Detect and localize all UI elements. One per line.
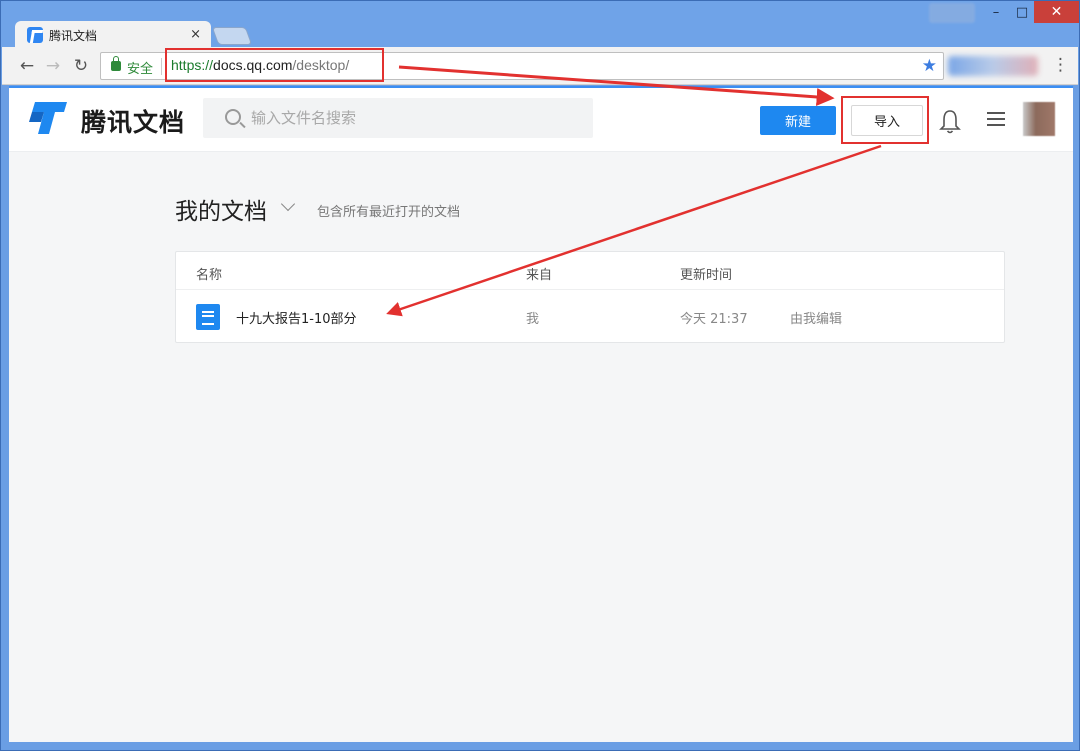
- tab-close-icon[interactable]: ×: [190, 27, 201, 42]
- table-row[interactable]: 十九大报告1-10部分 我 今天 21:37 由我编辑: [176, 289, 1004, 343]
- new-tab-button[interactable]: [211, 27, 253, 45]
- search-icon: [225, 109, 241, 125]
- bell-icon[interactable]: [939, 108, 961, 134]
- tab-title: 腾讯文档: [49, 28, 98, 43]
- avatar[interactable]: [1023, 102, 1055, 136]
- forward-arrow-icon[interactable]: →: [42, 55, 64, 77]
- reload-icon[interactable]: ↻: [70, 55, 92, 77]
- browser-menu-icon[interactable]: ⋮: [1052, 55, 1069, 75]
- chevron-down-icon[interactable]: [280, 196, 296, 212]
- title-bar: – □ ✕ 腾讯文档 ×: [1, 1, 1079, 49]
- maximize-button[interactable]: □: [1007, 1, 1037, 23]
- address-bar[interactable]: 安全 https://docs.qq.com/desktop/ ★: [100, 48, 944, 82]
- page-title: 我的文档: [175, 199, 267, 225]
- search-box[interactable]: [203, 98, 593, 138]
- tencent-docs-favicon-icon: [27, 27, 43, 43]
- browser-tab[interactable]: 腾讯文档 ×: [15, 21, 211, 49]
- bookmark-star-icon[interactable]: ★: [922, 56, 937, 76]
- secure-label: 安全: [127, 62, 154, 77]
- back-arrow-icon[interactable]: ←: [16, 55, 38, 77]
- browser-window: – □ ✕ 腾讯文档 × ← → ↻ 安全 https://docs.qq.co…: [0, 0, 1080, 751]
- page-content: 腾讯文档 新建 导入 我的文档 包含所有最近打开的文档 名称 来自 更新时间: [9, 86, 1073, 742]
- document-time: 今天 21:37: [680, 312, 748, 327]
- app-header: 腾讯文档 新建 导入: [9, 88, 1073, 152]
- close-window-button[interactable]: ✕: [1034, 1, 1079, 23]
- browser-toolbar: ← → ↻ 安全 https://docs.qq.com/desktop/ ★ …: [2, 47, 1078, 85]
- divider: [161, 58, 162, 75]
- documents-table: 名称 来自 更新时间 十九大报告1-10部分 我 今天 21:37 由我编辑: [175, 251, 1005, 343]
- url-annotation-box: [165, 48, 384, 82]
- logo-text[interactable]: 腾讯文档: [81, 103, 185, 139]
- document-from: 我: [526, 312, 540, 327]
- document-icon: [196, 304, 220, 330]
- blurred-extensions: [948, 56, 1038, 76]
- lock-icon: [111, 56, 121, 71]
- menu-icon[interactable]: [987, 112, 1005, 126]
- import-annotation-box: [841, 96, 929, 144]
- tencent-docs-logo-icon[interactable]: [29, 100, 69, 136]
- column-header-name[interactable]: 名称: [196, 264, 222, 283]
- document-name[interactable]: 十九大报告1-10部分: [236, 308, 357, 327]
- search-input[interactable]: [251, 106, 571, 130]
- blurred-region: [929, 3, 975, 23]
- column-header-from[interactable]: 来自: [526, 264, 552, 283]
- new-button[interactable]: 新建: [760, 106, 836, 135]
- document-edited-by: 由我编辑: [790, 312, 843, 327]
- column-header-updated[interactable]: 更新时间: [680, 264, 732, 283]
- page-subtitle: 包含所有最近打开的文档: [317, 205, 461, 220]
